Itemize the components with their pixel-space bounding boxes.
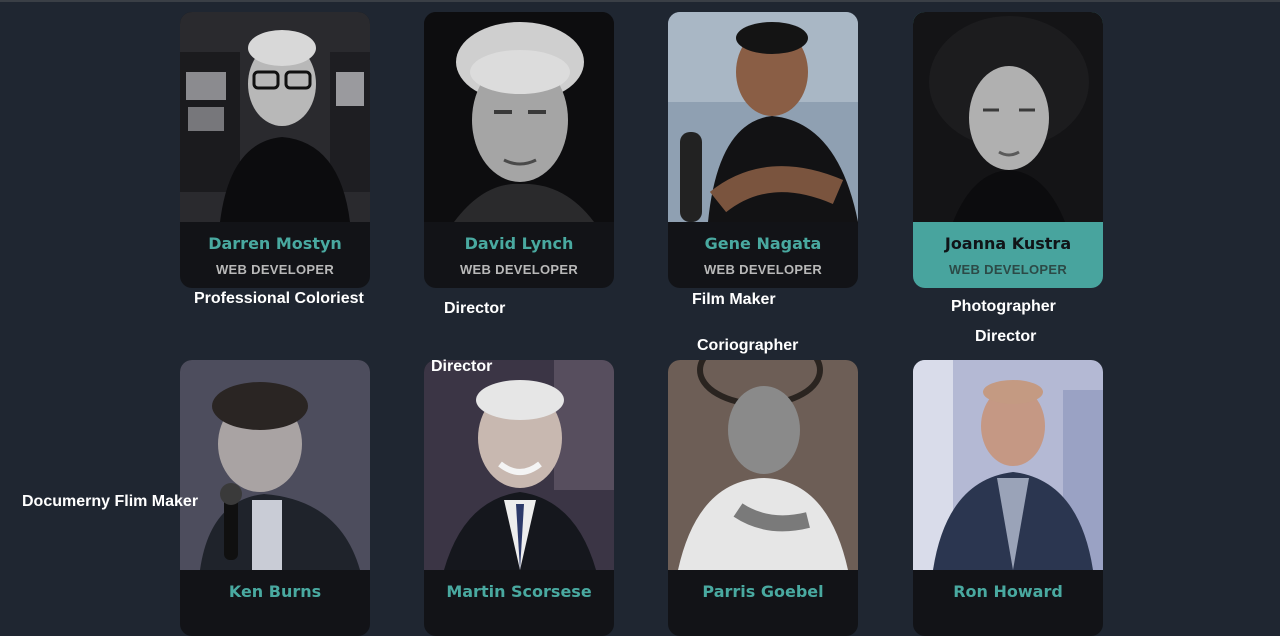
- team-name: Joanna Kustra: [944, 234, 1072, 253]
- team-photo: [668, 360, 858, 570]
- team-name: Gene Nagata: [704, 234, 822, 253]
- team-name: David Lynch: [464, 234, 574, 253]
- caption-director: Director: [444, 300, 506, 317]
- team-photo: [424, 360, 614, 570]
- team-role: WEB DEVELOPER: [459, 262, 579, 277]
- team-name: Ron Howard: [953, 582, 1063, 601]
- team-role: WEB DEVELOPER: [948, 262, 1068, 277]
- team-role: WEB DEVELOPER: [703, 262, 823, 277]
- team-name: Ken Burns: [228, 582, 322, 601]
- team-photo: [424, 12, 614, 222]
- caption-documentary-film-maker: Documerny Flim Maker: [22, 493, 199, 510]
- caption-professional-coloriest: Professional Coloriest: [194, 290, 364, 307]
- team-card-parris-goebel[interactable]: Parris Goebel: [668, 360, 858, 636]
- team-name: Darren Mostyn: [208, 234, 342, 253]
- team-card-ken-burns[interactable]: Ken Burns: [180, 360, 370, 636]
- team-card-martin-scorsese[interactable]: Martin Scorsese: [424, 360, 614, 636]
- caption-photographer: Photographer: [951, 298, 1056, 315]
- caption-director: Director: [431, 358, 493, 375]
- team-card-gene-nagata[interactable]: Gene Nagata WEB DEVELOPER: [668, 12, 858, 288]
- team-photo: [913, 12, 1103, 222]
- team-role: WEB DEVELOPER: [215, 262, 335, 277]
- team-card-ron-howard[interactable]: Ron Howard: [913, 360, 1103, 636]
- caption-coriographer: Coriographer: [697, 337, 799, 354]
- team-photo: [180, 12, 370, 222]
- team-card-david-lynch[interactable]: David Lynch WEB DEVELOPER: [424, 12, 614, 288]
- top-border: [0, 0, 1280, 2]
- team-name: Martin Scorsese: [446, 582, 592, 601]
- team-card-joanna-kustra[interactable]: Joanna Kustra WEB DEVELOPER: [913, 12, 1103, 288]
- team-photo: [180, 360, 370, 570]
- caption-film-maker: Film Maker: [692, 291, 776, 308]
- team-photo: [668, 12, 858, 222]
- team-photo: [913, 360, 1103, 570]
- team-name: Parris Goebel: [702, 582, 824, 601]
- team-card-darren-mostyn[interactable]: Darren Mostyn WEB DEVELOPER: [180, 12, 370, 288]
- caption-director: Director: [975, 328, 1037, 345]
